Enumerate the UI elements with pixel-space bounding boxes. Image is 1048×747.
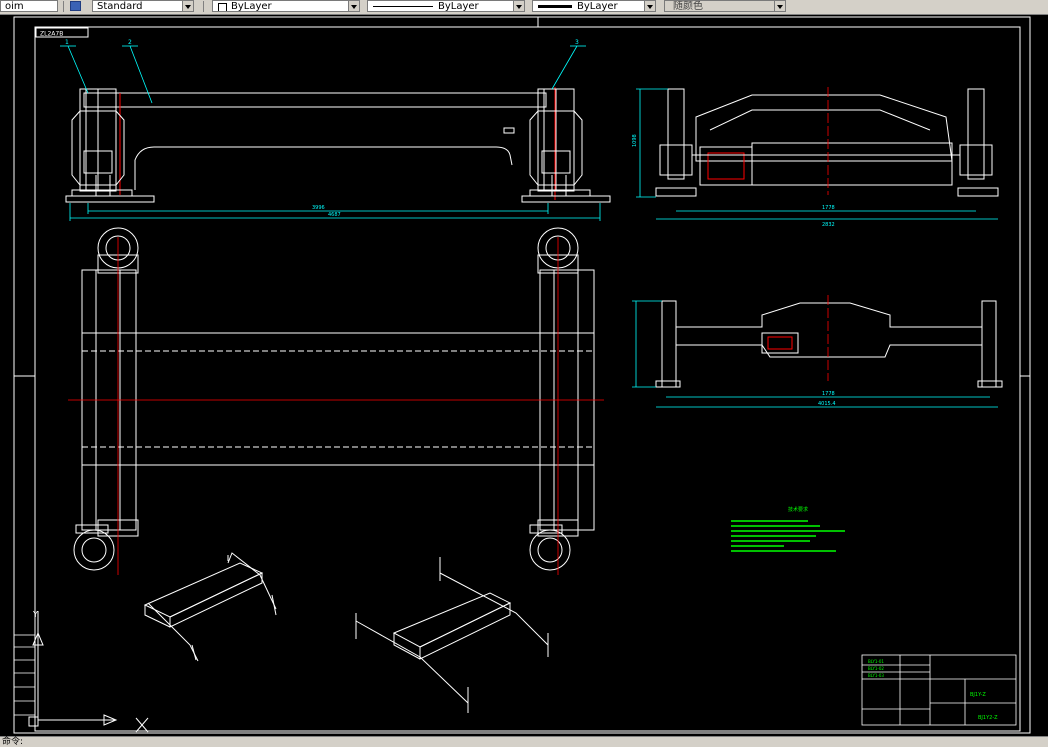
linetype-preview-icon [373, 6, 433, 7]
dim-front-inner: 3996 [312, 205, 325, 211]
svg-text:Y: Y [32, 610, 38, 619]
notes-title: 技术要求 [788, 506, 808, 513]
text-style-prefix[interactable]: oim [0, 0, 58, 12]
title-part-no: BJ1Y2-Z [978, 715, 998, 721]
title-drawing-name: BJ1Y-Z [970, 692, 986, 698]
toolbar-separator [63, 1, 64, 12]
iso-view-right [355, 557, 549, 713]
side-view-lower-dimensions [632, 300, 998, 408]
notes-lines [731, 520, 845, 552]
drawing-svg: ZL2A7B 3996 4687 1 2 3 1098 1778 2832 17… [13, 16, 1031, 734]
lineweight-preview-icon [538, 5, 572, 8]
chevron-down-icon[interactable] [644, 1, 655, 11]
linetype-select[interactable]: ByLayer [367, 0, 525, 12]
dim-side-lower-inner: 1778 [822, 391, 835, 397]
balloon-1: 1 [65, 39, 69, 46]
dim-front-outer: 4687 [328, 212, 341, 218]
chevron-down-icon[interactable] [513, 1, 524, 11]
chevron-down-icon[interactable] [182, 1, 193, 11]
properties-toolbar: oim Standard ByLayer ByLayer ByLayer 随颜色 [0, 0, 1048, 15]
dim-side-upper-inner: 1778 [822, 205, 835, 211]
iso-view-left [143, 552, 277, 662]
color-select[interactable]: ByLayer [212, 0, 360, 12]
side-view-lower [655, 300, 1003, 388]
title-row-3: BLY1-03 [868, 673, 884, 678]
color-swatch-icon [218, 3, 227, 11]
title-row-2: BLY1-02 [868, 666, 884, 671]
title-row-1: BLY1-01 [868, 659, 884, 664]
front-view [65, 87, 611, 203]
leader-lines [60, 45, 586, 104]
side-view-upper [655, 88, 999, 197]
crosshair-icon [135, 717, 149, 733]
inner-border [34, 26, 1021, 732]
side-view-upper-dimensions [636, 88, 998, 220]
chevron-down-icon[interactable] [774, 1, 785, 11]
command-line[interactable]: 命令: [0, 736, 1048, 747]
balloon-2: 2 [128, 39, 132, 46]
plot-style-select[interactable]: 随颜色 [664, 0, 786, 12]
text-style-icon[interactable] [70, 1, 81, 11]
chevron-down-icon[interactable] [348, 1, 359, 11]
left-edge-table [13, 634, 36, 716]
drawing-canvas[interactable]: ZL2A7B 3996 4687 1 2 3 1098 1778 2832 17… [0, 15, 1048, 735]
toolbar-separator [203, 1, 204, 12]
top-view-center-lines [68, 237, 604, 575]
ucs-icon: Y [28, 610, 118, 727]
dim-side-lower-outer: 4015.4 [818, 401, 836, 407]
dim-side-upper-outer: 2832 [822, 222, 835, 228]
balloon-3: 3 [575, 39, 579, 46]
lineweight-select[interactable]: ByLayer [532, 0, 656, 12]
frame-label: ZL2A7B [40, 31, 63, 38]
top-view [73, 227, 595, 571]
text-style-select[interactable]: Standard [92, 0, 194, 12]
dim-side-height: 1098 [632, 134, 638, 147]
